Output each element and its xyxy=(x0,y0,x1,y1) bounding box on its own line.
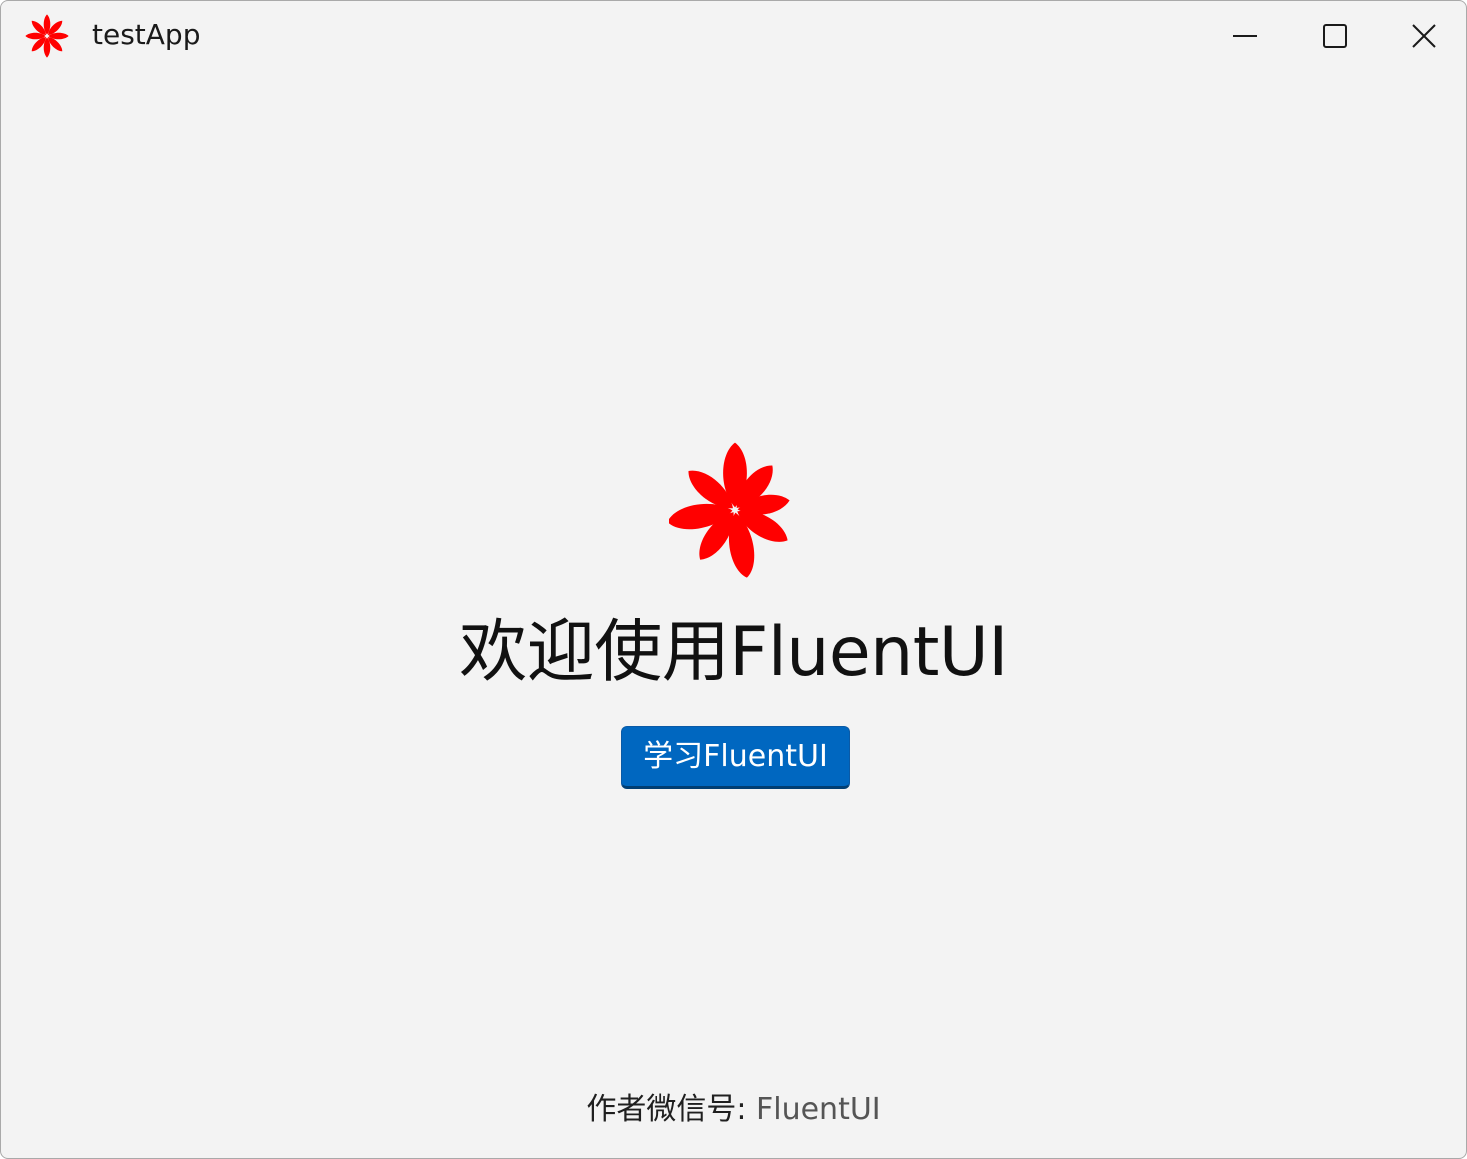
welcome-heading: 欢迎使用FluentUI xyxy=(459,613,1008,692)
flower-logo-icon xyxy=(669,442,790,578)
close-button[interactable] xyxy=(1380,1,1466,71)
author-wechat-footer: 作者微信号: FluentUI xyxy=(1,1089,1466,1131)
minimize-icon xyxy=(1233,35,1257,37)
maximize-button[interactable] xyxy=(1291,1,1379,71)
minimize-button[interactable] xyxy=(1201,1,1289,71)
close-icon xyxy=(1412,24,1436,48)
maximize-icon xyxy=(1323,24,1347,48)
author-wechat-value: FluentUI xyxy=(756,1092,881,1127)
title-bar[interactable]: testApp xyxy=(1,1,1466,71)
learn-fluentui-button[interactable]: 学习FluentUI xyxy=(621,726,850,789)
app-window: testApp 欢迎使用FluentUI 学习FluentUI 作者微信号: F… xyxy=(0,0,1467,1159)
author-wechat-label: 作者微信号: xyxy=(586,1092,756,1127)
flower-app-icon xyxy=(25,14,69,58)
window-title: testApp xyxy=(92,18,201,51)
